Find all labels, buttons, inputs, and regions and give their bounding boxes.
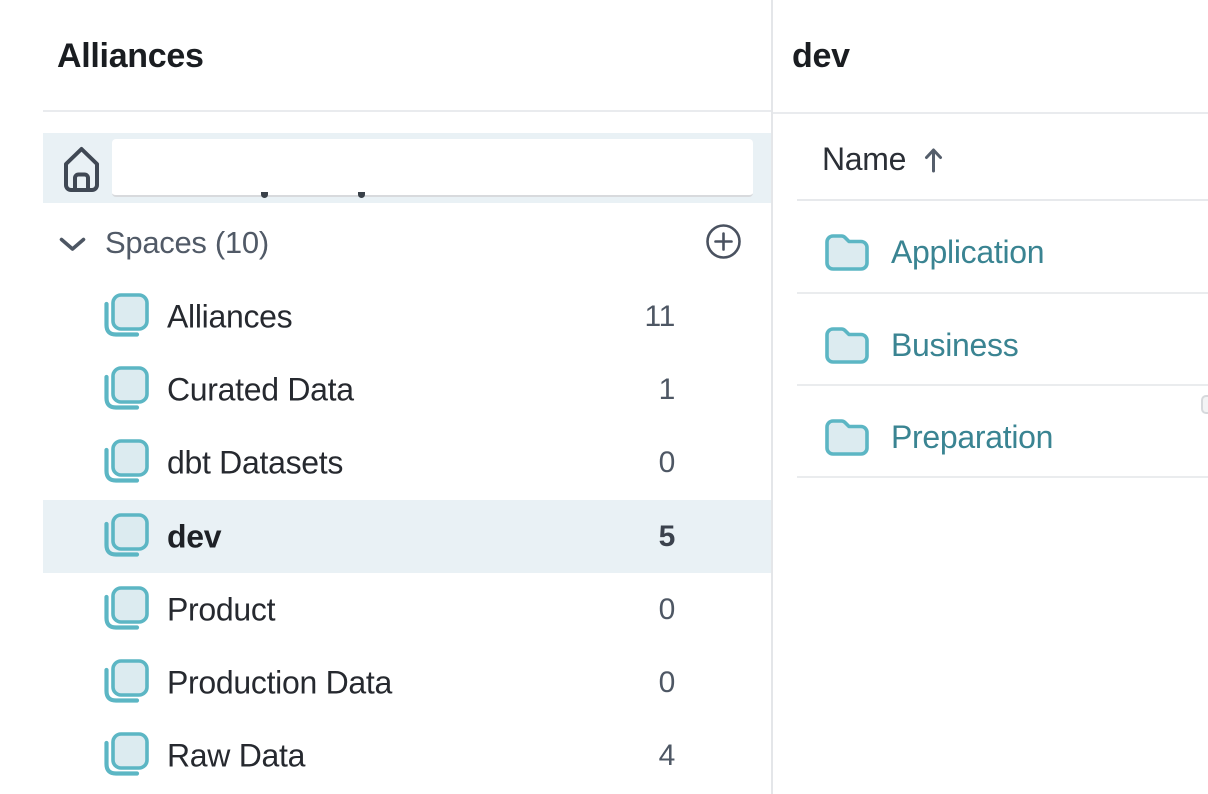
space-count: 0 [659, 593, 675, 627]
name-column-header[interactable]: Name [822, 141, 944, 178]
space-icon [100, 513, 150, 561]
chevron-down-icon[interactable] [59, 237, 86, 252]
folder-link[interactable]: Application [891, 234, 1044, 271]
row-divider [797, 476, 1208, 478]
catalog-app: Alliances Spaces (10) [0, 0, 1208, 794]
folder-icon [824, 325, 870, 365]
spaces-sidebar: Alliances Spaces (10) [0, 0, 772, 794]
row-divider [797, 292, 1208, 294]
space-count: 0 [659, 446, 675, 480]
left-panel-title: Alliances [57, 37, 204, 76]
right-panel-title: dev [792, 37, 850, 76]
space-icon [100, 366, 150, 414]
space-label: Alliances [167, 298, 292, 335]
sort-ascending-icon [923, 147, 944, 173]
folder-icon [824, 417, 870, 457]
folder-row-preparation[interactable]: Preparation [773, 391, 1208, 483]
space-row-product[interactable]: Product 0 [43, 573, 772, 646]
redacted-text-remnant [261, 192, 268, 198]
folder-row-application[interactable]: Application [773, 206, 1208, 298]
space-row-alliances[interactable]: Alliances 11 [43, 280, 772, 353]
add-space-button[interactable] [705, 223, 742, 260]
spaces-section-label[interactable]: Spaces (10) [105, 225, 269, 261]
spaces-section-header: Spaces (10) [43, 222, 772, 262]
space-row-curated-data[interactable]: Curated Data 1 [43, 353, 772, 426]
folder-link[interactable]: Preparation [891, 419, 1053, 456]
home-icon[interactable] [57, 143, 107, 195]
redacted-text-remnant [358, 192, 365, 198]
space-row-raw-data[interactable]: Raw Data 4 [43, 719, 772, 792]
space-count: 0 [659, 666, 675, 700]
redacted-label-overlay [112, 139, 753, 197]
space-count: 11 [644, 300, 675, 334]
space-label: Curated Data [167, 371, 354, 408]
space-icon [100, 586, 150, 634]
space-icon [100, 732, 150, 780]
space-label: Production Data [167, 664, 392, 701]
space-label: Raw Data [167, 737, 305, 774]
folder-row-business[interactable]: Business [773, 299, 1208, 391]
row-divider [797, 384, 1208, 386]
table-header-divider [797, 199, 1208, 201]
space-count: 5 [659, 520, 675, 554]
space-label: Product [167, 591, 275, 628]
folder-icon [824, 232, 870, 272]
space-count: 4 [659, 739, 675, 773]
right-title-divider [773, 112, 1208, 114]
space-label: dbt Datasets [167, 444, 343, 481]
space-count: 1 [659, 373, 675, 407]
space-label: dev [167, 518, 221, 555]
clipped-element-edge [1201, 395, 1208, 414]
home-row[interactable] [43, 133, 772, 203]
space-icon [100, 659, 150, 707]
left-title-divider [43, 110, 772, 112]
space-row-dbt-datasets[interactable]: dbt Datasets 0 [43, 426, 772, 499]
name-column-label: Name [822, 141, 906, 178]
folder-link[interactable]: Business [891, 327, 1018, 364]
space-row-dev[interactable]: dev 5 [43, 500, 772, 573]
space-icon [100, 293, 150, 341]
space-row-production-data[interactable]: Production Data 0 [43, 646, 772, 719]
space-icon [100, 439, 150, 487]
